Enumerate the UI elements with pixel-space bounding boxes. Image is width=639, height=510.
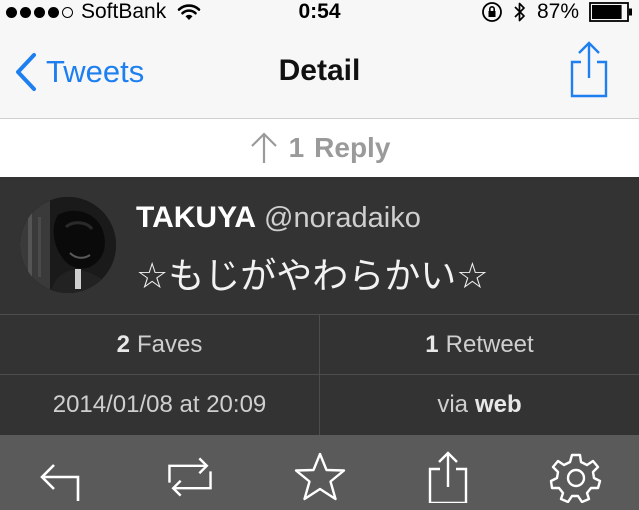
reply-label: Reply [314, 132, 391, 163]
user-handle: @noradaiko [264, 202, 421, 234]
action-toolbar [0, 435, 639, 510]
tweet-author[interactable]: TAKUYA @noradaiko [136, 201, 421, 235]
orientation-lock-icon [482, 2, 502, 22]
battery-percentage: 87% [536, 0, 579, 23]
tweet-source[interactable]: via web [319, 375, 639, 435]
reply-count: 1 [288, 132, 305, 163]
faves-label: Faves [137, 331, 203, 358]
avatar[interactable] [20, 197, 116, 293]
faves-count: 2 [116, 331, 130, 358]
tweet-meta: 2014/01/08 at 20:09 via web [0, 374, 639, 435]
status-bar: SoftBank 0:54 87% [0, 0, 639, 24]
retweets-count: 1 [425, 331, 439, 358]
retweet-icon[interactable] [162, 451, 218, 503]
battery-icon [589, 2, 632, 22]
reply-icon[interactable] [36, 451, 92, 503]
share-button[interactable] [567, 40, 611, 98]
bluetooth-icon [514, 2, 525, 22]
via-source: web [475, 391, 522, 418]
tweet-timestamp: 2014/01/08 at 20:09 [0, 375, 319, 435]
share-icon[interactable] [420, 451, 476, 503]
settings-icon[interactable] [548, 451, 604, 503]
tweet-stats: 2 Faves 1 Retweet [0, 314, 639, 375]
user-name: TAKUYA [136, 201, 257, 234]
navigation-bar: Tweets Detail [0, 24, 639, 119]
status-right: 87% [481, 0, 633, 24]
arrow-up-icon [250, 132, 277, 163]
avatar-photo [20, 197, 116, 293]
tweet-date: 2014/01/08 at 20:09 [52, 391, 267, 418]
faves-count-button[interactable]: 2 Faves [0, 315, 319, 375]
retweets-count-button[interactable]: 1 Retweet [319, 315, 639, 375]
favorite-icon[interactable] [292, 451, 348, 503]
tweet-detail: TAKUYA @noradaiko ☆もじがやわらかい☆ [0, 177, 639, 314]
replies-link[interactable]: 1 Reply [0, 119, 639, 177]
tweet-text: ☆もじがやわらかい☆ [136, 255, 489, 296]
via-prefix: via [437, 391, 468, 418]
page-title: Detail [278, 54, 361, 87]
retweets-label: Retweet [445, 331, 534, 358]
